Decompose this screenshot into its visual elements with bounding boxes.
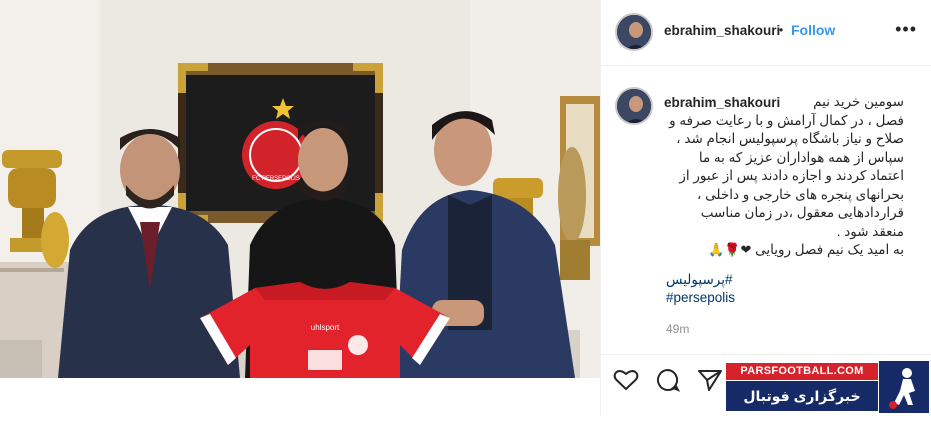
caption-line: سومین خرید نیم (813, 94, 904, 109)
post-side-panel: ebrahim_shakouri • Follow ••• ebrahim_sh… (600, 0, 931, 416)
caption-line: سپاس از همه هواداران عزیز که به ما (698, 149, 904, 165)
crest-text: FC PERSEPOLIS (252, 176, 300, 182)
crest-frame: FC PERSEPOLIS (178, 63, 383, 223)
comment-icon[interactable] (655, 368, 681, 397)
caption-text: سومین خرید نیم فصل ، در کمال آرامش و با … (664, 93, 904, 260)
shirt-brand: uhlsport (311, 323, 340, 332)
post-photo[interactable]: FC PERSEPOLIS uhlsport (0, 0, 600, 378)
caption-line: فصل ، در کمال آرامش و با رعایت صرفه و (669, 112, 904, 128)
post-photo-illustration: FC PERSEPOLIS uhlsport (0, 0, 600, 378)
caption-wish-text: به امید یک نیم فصل رویایی (755, 242, 904, 257)
caption-line: منعقد شود . (836, 223, 904, 239)
follow-button[interactable]: Follow (791, 22, 835, 38)
more-options-icon[interactable]: ••• (895, 19, 917, 40)
caption-line: قراردادهایی معقول ،در زمان مناسب (700, 205, 904, 220)
hashtag-persepolis-fa[interactable]: #پرسپولیس (666, 272, 732, 288)
hashtag-persepolis[interactable]: #persepolis (666, 290, 735, 305)
heart-icon[interactable] (613, 368, 639, 397)
caption-emoji-line: به امید یک نیم فصل رویایی ❤🌹🙏 (664, 241, 904, 260)
post-timestamp[interactable]: 49m (666, 322, 689, 336)
caption-line: بحرانهای پنجره های خارجی و داخلی ، (697, 186, 904, 202)
share-icon[interactable] (697, 368, 723, 397)
caption-emojis: ❤🌹🙏 (708, 242, 752, 257)
watermark-site: PARSFOOTBALL.COM (726, 363, 878, 380)
author-avatar[interactable] (615, 13, 653, 51)
watermark-tagline: خبرگزاری فوتبال ایران (726, 381, 878, 434)
author-username[interactable]: ebrahim_shakouri (664, 23, 780, 38)
caption-author-avatar[interactable] (615, 87, 653, 125)
caption-line: اعتماد کردند و اجازه دادند پس از عبور از (679, 168, 904, 183)
post-header: ebrahim_shakouri • Follow ••• (601, 0, 931, 66)
separator-dot: • (779, 23, 784, 37)
caption-line: صلاح و نیاز باشگاه پرسپولیس انجام شد ، (676, 131, 904, 146)
watermark-logo-icon (879, 361, 929, 413)
actions-divider (601, 354, 931, 355)
parsfootball-watermark: PARSFOOTBALL.COM خبرگزاری فوتبال ایران (726, 361, 929, 434)
